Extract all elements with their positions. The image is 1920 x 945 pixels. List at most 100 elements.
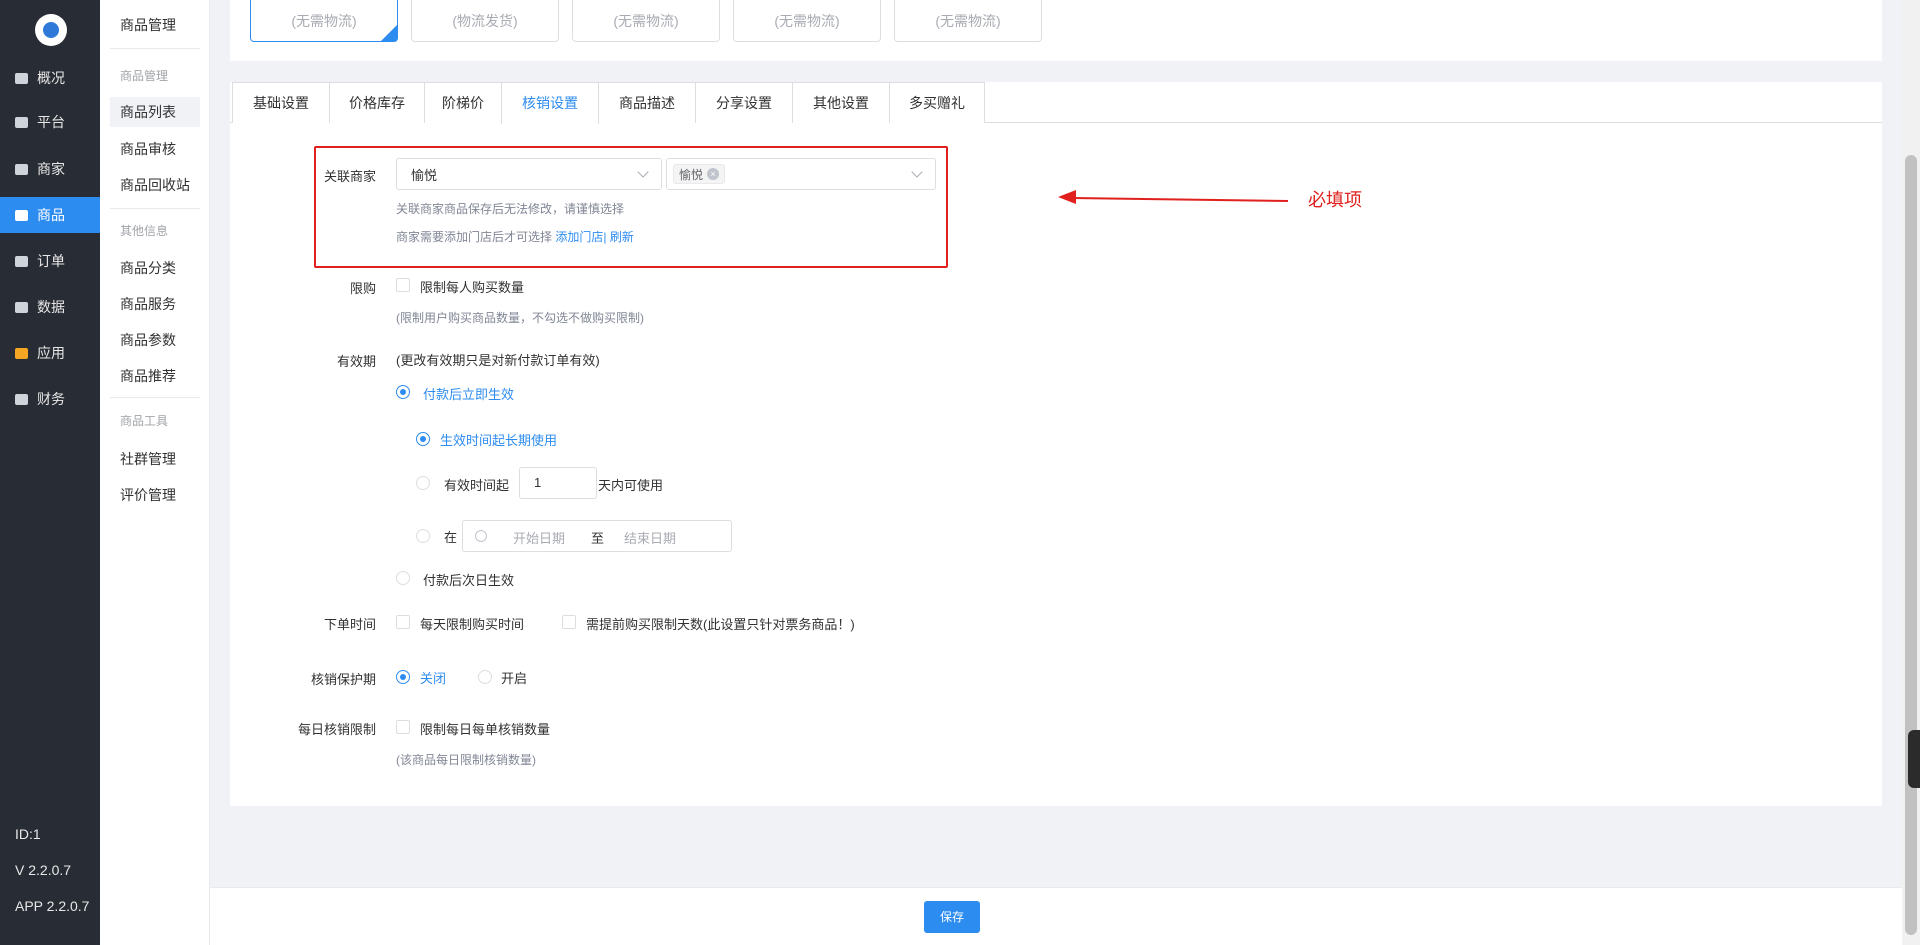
store-icon (15, 163, 28, 175)
divider (110, 48, 200, 49)
protect-label: 核销保护期 (310, 672, 376, 687)
nav-item-data[interactable]: 数据 (0, 289, 100, 325)
app-version-text: APP 2.2.0.7 (15, 898, 90, 914)
long-term-label: 生效时间起长期使用 (440, 433, 558, 448)
shipping-option[interactable]: (物流发货) (411, 0, 559, 42)
finance-icon (15, 393, 28, 405)
submenu-item-community[interactable]: 社群管理 (110, 444, 200, 474)
submenu-item-recommend[interactable]: 商品推荐 (110, 361, 200, 391)
shipping-option[interactable]: (无需物流) (733, 0, 881, 42)
user-id: ID:1 (15, 826, 41, 842)
purchase-limit-label: 限购 (349, 281, 376, 296)
sub-menu: 商品管理 商品管理 商品列表 商品审核 商品回收站 其他信息 商品分类 商品服务… (100, 0, 210, 945)
submenu-item-reviews[interactable]: 评价管理 (110, 480, 200, 510)
tab-share[interactable]: 分享设置 (695, 82, 793, 123)
validity-label: 有效期 (336, 354, 376, 369)
divider (110, 397, 200, 398)
purchase-limit-text: 限制每人购买数量 (420, 280, 525, 295)
advance-days-checkbox[interactable] (562, 615, 576, 629)
radio-protect-off[interactable] (396, 670, 410, 684)
shipping-option[interactable]: (无需物流) (894, 0, 1042, 42)
submenu-item-goods-list[interactable]: 商品列表 (110, 97, 200, 127)
nav-label: 商品 (37, 207, 65, 223)
radio-days[interactable] (416, 476, 430, 490)
settings-card: 基础设置 价格库存 阶梯价 核销设置 商品描述 分享设置 其他设置 多买赠礼 关… (230, 82, 1882, 806)
required-highlight-box (314, 146, 948, 268)
validity-note: (更改有效期只是对新付款订单有效) (396, 353, 600, 368)
nav-label: 应用 (37, 345, 65, 361)
submenu-item-service[interactable]: 商品服务 (110, 289, 200, 319)
submenu-item-params[interactable]: 商品参数 (110, 325, 200, 355)
radio-protect-on[interactable] (478, 670, 492, 684)
order-time-label: 下单时间 (323, 617, 376, 632)
purchase-limit-hint: (限制用户购买商品数量，不勾选不做购买限制) (396, 311, 644, 325)
days-suffix: 天内可使用 (598, 478, 664, 493)
submenu-item-goods-review[interactable]: 商品审核 (110, 134, 200, 164)
submenu-title: 商品管理 (120, 17, 176, 33)
desktop-icon (15, 116, 28, 128)
nav-item-platform[interactable]: 平台 (0, 104, 100, 140)
nav-label: 概况 (37, 70, 65, 86)
nav-label: 平台 (37, 114, 65, 130)
date-range-picker[interactable]: 开始日期 至 结束日期 (462, 520, 732, 552)
tab-basic[interactable]: 基础设置 (232, 82, 330, 123)
shipping-option[interactable]: (无需物流) (250, 0, 398, 42)
protect-on-label: 开启 (501, 671, 528, 686)
tab-tier-price[interactable]: 阶梯价 (424, 82, 502, 123)
save-button[interactable]: 保存 (924, 901, 980, 933)
radio-immediate[interactable] (396, 385, 410, 399)
goods-icon (15, 209, 28, 221)
nav-label: 数据 (37, 299, 65, 315)
nav-item-merchant[interactable]: 商家 (0, 151, 100, 187)
nav-item-overview[interactable]: 概况 (0, 60, 100, 96)
nav-item-goods[interactable]: 商品 (0, 197, 100, 233)
main-content: (无需物流) (物流发货) (无需物流) (无需物流) (无需物流) 基础设置 … (210, 0, 1902, 945)
radio-long-term[interactable] (416, 432, 430, 446)
submenu-group-label: 其他信息 (120, 224, 169, 238)
protect-off-label: 关闭 (420, 671, 447, 686)
daily-time-checkbox[interactable] (396, 615, 410, 629)
side-widget[interactable] (1908, 730, 1920, 788)
tab-description[interactable]: 商品描述 (598, 82, 696, 123)
divider (110, 208, 200, 209)
nav-item-order[interactable]: 订单 (0, 243, 100, 279)
purchase-limit-checkbox[interactable] (396, 278, 410, 292)
bottom-action-bar (210, 887, 1902, 945)
daily-limit-label: 每日核销限制 (297, 722, 376, 737)
tab-price-stock[interactable]: 价格库存 (329, 82, 425, 123)
tab-bar: 基础设置 价格库存 阶梯价 核销设置 商品描述 分享设置 其他设置 多买赠礼 (230, 82, 1882, 124)
submenu-group-label: 商品管理 (120, 69, 169, 83)
days-prefix: 有效时间起 (444, 478, 510, 493)
immediate-label: 付款后立即生效 (423, 387, 515, 402)
required-annotation: 必填项 (1308, 190, 1362, 210)
daily-time-text: 每天限制购买时间 (420, 617, 525, 632)
submenu-item-category[interactable]: 商品分类 (110, 253, 200, 283)
submenu-group-label: 商品工具 (120, 414, 169, 428)
nav-item-finance[interactable]: 财务 (0, 381, 100, 417)
nav-item-apps[interactable]: 应用 (0, 335, 100, 371)
scrollbar-thumb[interactable] (1905, 155, 1917, 935)
shipping-option[interactable]: (无需物流) (572, 0, 720, 42)
daily-limit-checkbox[interactable] (396, 720, 410, 734)
days-input[interactable]: 1 (519, 467, 597, 499)
range-separator: 至 (591, 531, 605, 546)
end-date-placeholder[interactable]: 结束日期 (624, 528, 676, 547)
app-logo (35, 14, 67, 46)
start-date-placeholder[interactable]: 开始日期 (513, 528, 565, 547)
daily-limit-hint: (该商品每日限制核销数量) (396, 753, 536, 767)
main-nav: 概况 平台 商家 商品 订单 数据 应用 财务 ID:1 V 2.2.0.7 A… (0, 0, 100, 945)
radio-next-day[interactable] (396, 571, 410, 585)
tab-gift[interactable]: 多买赠礼 (889, 82, 985, 123)
tab-other[interactable]: 其他设置 (792, 82, 890, 123)
shipping-type-card: (无需物流) (物流发货) (无需物流) (无需物流) (无需物流) (230, 0, 1882, 61)
submenu-item-recycle-bin[interactable]: 商品回收站 (110, 170, 200, 200)
advance-days-text: 需提前购买限制天数(此设置只针对票务商品！) (586, 617, 855, 632)
bar-chart-icon (15, 301, 28, 313)
apps-icon (15, 347, 28, 359)
monitor-icon (15, 72, 28, 84)
tab-verification[interactable]: 核销设置 (501, 82, 599, 124)
order-icon (15, 255, 28, 267)
scrollbar[interactable] (1902, 0, 1920, 945)
next-day-label: 付款后次日生效 (423, 573, 515, 588)
radio-date-range[interactable] (416, 529, 430, 543)
